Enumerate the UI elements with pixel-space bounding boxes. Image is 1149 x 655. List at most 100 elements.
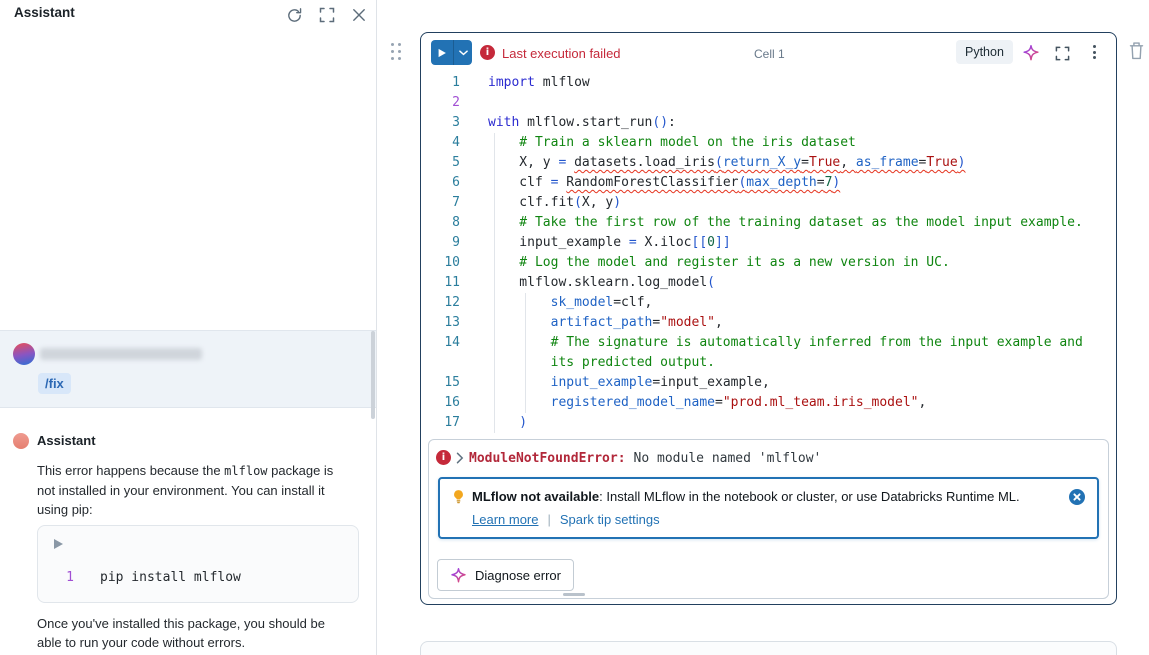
indent-guide [494, 393, 495, 413]
code-line[interactable]: 16 registered_model_name="prod.ml_team.i… [421, 393, 1115, 413]
tip-title: MLflow not available [472, 489, 599, 504]
user-avatar [13, 343, 35, 365]
inline-code: mlflow [224, 464, 267, 478]
indent-guide [494, 153, 495, 173]
indent-guide [525, 293, 526, 313]
lightbulb-icon [451, 489, 466, 505]
indent-guide [494, 373, 495, 393]
line-number: 8 [421, 213, 460, 233]
expand-panel-icon[interactable] [319, 7, 336, 24]
code-line[interactable]: 4 # Train a sklearn model on the iris da… [421, 133, 1115, 153]
mlflow-tip-banner: MLflow not available: Install MLflow in … [438, 477, 1099, 539]
user-name-redacted [40, 348, 202, 360]
close-panel-icon[interactable] [351, 7, 368, 24]
code-line[interactable]: 14 # The signature is automatically infe… [421, 333, 1115, 353]
line-number: 12 [421, 293, 460, 313]
line-number: 13 [421, 313, 460, 333]
assistant-sparkle-icon[interactable] [1022, 44, 1040, 62]
code-line[interactable]: 10 # Log the model and register it as a … [421, 253, 1115, 273]
assistant-paragraph-2: Once you've installed this package, you … [37, 614, 349, 652]
indent-guide [494, 213, 495, 233]
diagnose-error-button[interactable]: Diagnose error [437, 559, 574, 591]
error-squiggle: RandomForestClassifier(max_depth=7) [566, 175, 840, 190]
run-options-caret[interactable] [453, 40, 472, 65]
error-name: ModuleNotFoundError: [469, 451, 626, 466]
indent-guide [494, 133, 495, 153]
next-cell-stub[interactable] [420, 641, 1117, 655]
error-output-icon: i [436, 450, 451, 465]
fix-command-chip[interactable]: /fix [38, 373, 71, 394]
code-line[interactable]: 15 input_example=input_example, [421, 373, 1115, 393]
indent-guide [525, 353, 526, 373]
line-number: 2 [421, 93, 460, 113]
code-line[interactable]: 8 # Take the first row of the training d… [421, 213, 1115, 233]
line-number: 14 [421, 333, 460, 353]
play-icon[interactable] [431, 40, 453, 65]
line-number: 9 [421, 233, 460, 253]
refresh-icon[interactable] [286, 7, 303, 24]
indent-guide [494, 273, 495, 293]
cell-drag-handle-icon[interactable] [391, 43, 401, 60]
line-number: 15 [421, 373, 460, 393]
tip-body: : Install MLflow in the notebook or clus… [599, 489, 1020, 504]
indent-guide [494, 233, 495, 253]
assistant-avatar [13, 433, 29, 449]
code-line[interactable]: 17 ) [421, 413, 1115, 433]
diagnose-error-label: Diagnose error [475, 568, 561, 583]
line-number: 11 [421, 273, 460, 293]
code-line[interactable]: 5 X, y = datasets.load_iris(return_X_y=T… [421, 153, 1115, 173]
code-line[interactable]: 1import mlflow [421, 73, 1115, 93]
execution-status: Last execution failed [502, 46, 621, 61]
output-scrollbar[interactable] [563, 593, 585, 596]
assistant-code-block: 1pip install mlflow [37, 525, 359, 603]
maximize-cell-icon[interactable] [1055, 46, 1070, 61]
snippet-line-number: 1 [38, 570, 74, 585]
line-number [421, 353, 460, 373]
code-line[interactable]: 12 sk_model=clf, [421, 293, 1115, 313]
snippet-line: 1pip install mlflow [38, 570, 241, 585]
run-snippet-icon[interactable] [54, 539, 63, 549]
assistant-paragraph: This error happens because the mlflow pa… [37, 461, 343, 519]
code-line[interactable]: 6 clf = RandomForestClassifier(max_depth… [421, 173, 1115, 193]
run-cell-button[interactable] [431, 40, 472, 65]
language-selector[interactable]: Python [956, 40, 1013, 64]
indent-guide [494, 333, 495, 353]
indent-guide [525, 393, 526, 413]
line-number: 17 [421, 413, 460, 433]
line-number: 5 [421, 153, 460, 173]
sparkle-icon [450, 567, 467, 584]
code-line[interactable]: 3with mlflow.start_run(): [421, 113, 1115, 133]
code-line[interactable]: its predicted output. [421, 353, 1115, 373]
spark-tip-settings-link[interactable]: Spark tip settings [560, 512, 660, 527]
line-number: 10 [421, 253, 460, 273]
cell-menu-kebab-icon[interactable] [1089, 44, 1100, 60]
notebook-cell: i Last execution failed Cell 1 Python 1i… [420, 32, 1117, 605]
panel-scrollbar[interactable] [371, 331, 375, 419]
indent-guide [525, 333, 526, 353]
code-line[interactable]: 11 mlflow.sklearn.log_model( [421, 273, 1115, 293]
line-number: 6 [421, 173, 460, 193]
error-summary: ModuleNotFoundError:No module named 'mlf… [469, 451, 821, 466]
assistant-panel: Assistant /fix Assistant This error happ… [0, 0, 377, 655]
indent-guide [494, 353, 495, 373]
code-line[interactable]: 13 artifact_path="model", [421, 313, 1115, 333]
panel-title: Assistant [14, 5, 75, 20]
code-line[interactable]: 2 [421, 93, 1115, 113]
delete-cell-icon[interactable] [1128, 41, 1145, 60]
code-editor[interactable]: 1import mlflow23with mlflow.start_run():… [421, 73, 1115, 433]
expand-traceback-icon[interactable] [456, 452, 464, 464]
indent-guide [525, 373, 526, 393]
learn-more-link[interactable]: Learn more [472, 512, 538, 527]
tip-links: Learn more | Spark tip settings [472, 512, 660, 527]
indent-guide [494, 413, 495, 433]
indent-guide [494, 253, 495, 273]
dismiss-tip-icon[interactable] [1069, 489, 1085, 505]
line-number: 3 [421, 113, 460, 133]
code-line[interactable]: 7 clf.fit(X, y) [421, 193, 1115, 213]
line-number: 4 [421, 133, 460, 153]
error-squiggle: datasets.load_iris(return_X_y=True, as_f… [574, 155, 965, 170]
cell-label: Cell 1 [754, 47, 785, 61]
line-number: 1 [421, 73, 460, 93]
code-line[interactable]: 9 input_example = X.iloc[[0]] [421, 233, 1115, 253]
link-divider: | [547, 512, 550, 527]
